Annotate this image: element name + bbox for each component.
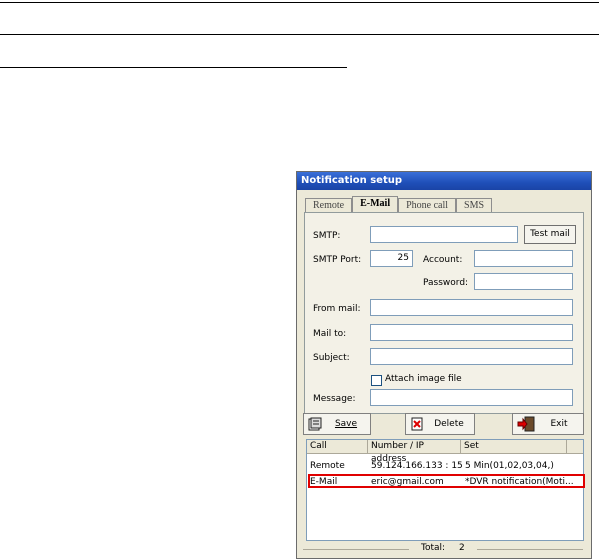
- save-label: Save: [334, 419, 358, 429]
- account-input[interactable]: [474, 250, 573, 267]
- third-rule: [0, 67, 347, 68]
- tab-remote[interactable]: Remote: [305, 198, 353, 213]
- tab-sms[interactable]: SMS: [456, 198, 493, 213]
- highlight-box: [308, 474, 585, 488]
- smtp-label: SMTP:: [313, 231, 341, 241]
- message-input[interactable]: [370, 389, 573, 406]
- status-divider-left: [303, 549, 409, 550]
- status-divider-right: [477, 549, 583, 550]
- tab-email[interactable]: E-Mail: [352, 196, 399, 213]
- mail-to-label: Mail to:: [313, 329, 347, 339]
- smtp-port-input[interactable]: 25: [370, 250, 413, 267]
- save-icon: [308, 417, 322, 431]
- column-header-filler: [567, 440, 583, 454]
- tab-phone-call[interactable]: Phone call: [398, 198, 457, 213]
- subject-input[interactable]: [370, 348, 573, 365]
- exit-label: Exit: [550, 419, 568, 429]
- notification-list[interactable]: Call Number / IP address Set Remote 59.1…: [306, 439, 584, 541]
- test-mail-button[interactable]: Test mail: [524, 225, 576, 244]
- password-label: Password:: [423, 278, 469, 288]
- column-header-number[interactable]: Number / IP address: [368, 440, 461, 464]
- second-rule: [0, 34, 599, 35]
- tab-strip: Remote E-Mail Phone call SMS: [305, 196, 493, 213]
- exit-button[interactable]: Exit: [512, 413, 584, 435]
- subject-label: Subject:: [313, 353, 350, 363]
- row-call: Remote: [310, 461, 345, 471]
- email-settings-panel: SMTP: Test mail SMTP Port: 25 Account: P…: [304, 212, 584, 414]
- delete-button[interactable]: Delete: [405, 413, 475, 435]
- delete-icon: [411, 417, 423, 431]
- exit-door-icon: [517, 416, 535, 432]
- account-label: Account:: [423, 255, 463, 265]
- password-input[interactable]: [474, 273, 573, 290]
- smtp-input[interactable]: [370, 226, 518, 243]
- total-value: 2: [459, 543, 465, 553]
- status-bar: Total: 2: [297, 541, 591, 558]
- attach-image-checkbox[interactable]: [371, 375, 382, 386]
- smtp-port-label: SMTP Port:: [313, 255, 362, 265]
- total-label: Total:: [421, 543, 446, 553]
- column-header-call[interactable]: Call: [307, 440, 368, 454]
- from-mail-input[interactable]: [370, 299, 573, 316]
- delete-label: Delete: [434, 419, 464, 429]
- top-rule: [0, 2, 599, 3]
- message-label: Message:: [313, 394, 356, 404]
- column-header-set[interactable]: Set: [461, 440, 567, 454]
- window-title: Notification setup: [297, 172, 591, 190]
- from-mail-label: From mail:: [313, 304, 361, 314]
- row-set: 5 Min(01,02,03,04,): [465, 461, 554, 471]
- attach-image-label: Attach image file: [385, 374, 462, 384]
- mail-to-input[interactable]: [370, 324, 573, 341]
- save-button[interactable]: Save: [303, 413, 371, 435]
- row-number: 59.124.166.133 : 1501: [371, 461, 463, 471]
